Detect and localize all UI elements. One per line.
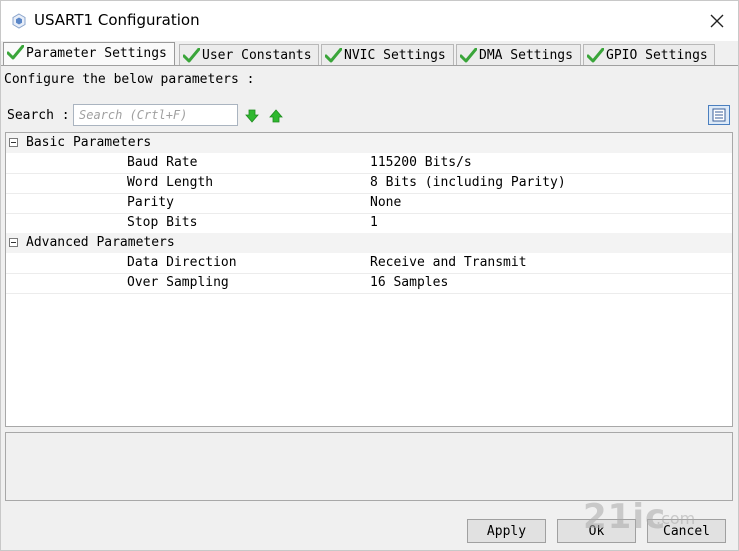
tab-label: Parameter Settings xyxy=(26,46,167,61)
param-name: Parity xyxy=(127,195,174,210)
search-label: Search : xyxy=(7,108,70,123)
check-icon xyxy=(460,48,477,63)
usart1-configuration-dialog: USART1 Configuration Parameter Settings … xyxy=(0,0,739,551)
tab-label: DMA Settings xyxy=(479,48,573,63)
tab-dma-settings[interactable]: DMA Settings xyxy=(456,44,581,65)
check-icon xyxy=(325,48,342,63)
param-value[interactable]: 1 xyxy=(370,213,378,233)
apply-button[interactable]: Apply xyxy=(467,519,546,543)
table-row[interactable]: Data Direction Receive and Transmit xyxy=(6,253,732,274)
check-icon xyxy=(7,45,24,60)
tab-user-constants[interactable]: User Constants xyxy=(179,44,319,65)
tab-parameter-settings[interactable]: Parameter Settings xyxy=(3,42,175,66)
tab-nvic-settings[interactable]: NVIC Settings xyxy=(321,44,454,65)
param-value[interactable]: 8 Bits (including Parity) xyxy=(370,173,566,193)
arrow-up-icon[interactable] xyxy=(269,109,283,123)
search-input[interactable] xyxy=(73,104,238,126)
window-title: USART1 Configuration xyxy=(34,11,200,29)
param-name: Data Direction xyxy=(127,255,237,270)
param-name: Over Sampling xyxy=(127,275,229,290)
watermark-logo-text: .com xyxy=(656,509,696,528)
parameter-table: Basic Parameters Baud Rate 115200 Bits/s… xyxy=(5,132,733,427)
close-icon[interactable] xyxy=(707,11,727,31)
param-value[interactable]: 16 Samples xyxy=(370,273,448,293)
param-value[interactable]: None xyxy=(370,193,401,213)
param-value[interactable]: Receive and Transmit xyxy=(370,253,527,273)
tab-divider xyxy=(1,65,738,66)
tab-gpio-settings[interactable]: GPIO Settings xyxy=(583,44,715,65)
description-panel xyxy=(5,432,733,501)
tab-label: GPIO Settings xyxy=(606,48,708,63)
group-basic-parameters[interactable]: Basic Parameters xyxy=(6,133,732,153)
app-icon xyxy=(12,13,26,29)
tab-bar: Parameter Settings User Constants NVIC S… xyxy=(1,42,738,66)
group-label: Advanced Parameters xyxy=(26,235,175,250)
watermark-logo: 21ic xyxy=(583,497,667,537)
check-icon xyxy=(587,48,604,63)
table-row[interactable]: Word Length 8 Bits (including Parity) xyxy=(6,173,732,194)
show-description-toggle-button[interactable] xyxy=(708,105,730,125)
check-icon xyxy=(183,48,200,63)
arrow-down-icon[interactable] xyxy=(245,109,259,123)
group-label: Basic Parameters xyxy=(26,135,152,150)
param-value[interactable]: 115200 Bits/s xyxy=(370,153,472,173)
param-name: Stop Bits xyxy=(127,215,198,230)
table-row[interactable]: Parity None xyxy=(6,193,732,214)
param-name: Word Length xyxy=(127,175,214,190)
list-view-icon xyxy=(712,108,726,122)
title-bar: USART1 Configuration xyxy=(1,1,738,41)
tab-label: NVIC Settings xyxy=(344,48,446,63)
table-row[interactable]: Baud Rate 115200 Bits/s xyxy=(6,153,732,174)
collapse-toggle-icon[interactable] xyxy=(9,138,18,147)
param-name: Baud Rate xyxy=(127,155,198,170)
configure-instructions: Configure the below parameters : xyxy=(4,72,255,87)
table-row[interactable]: Over Sampling 16 Samples xyxy=(6,273,732,294)
tab-label: User Constants xyxy=(202,48,312,63)
group-advanced-parameters[interactable]: Advanced Parameters xyxy=(6,233,732,253)
table-row[interactable]: Stop Bits 1 xyxy=(6,213,732,234)
collapse-toggle-icon[interactable] xyxy=(9,238,18,247)
